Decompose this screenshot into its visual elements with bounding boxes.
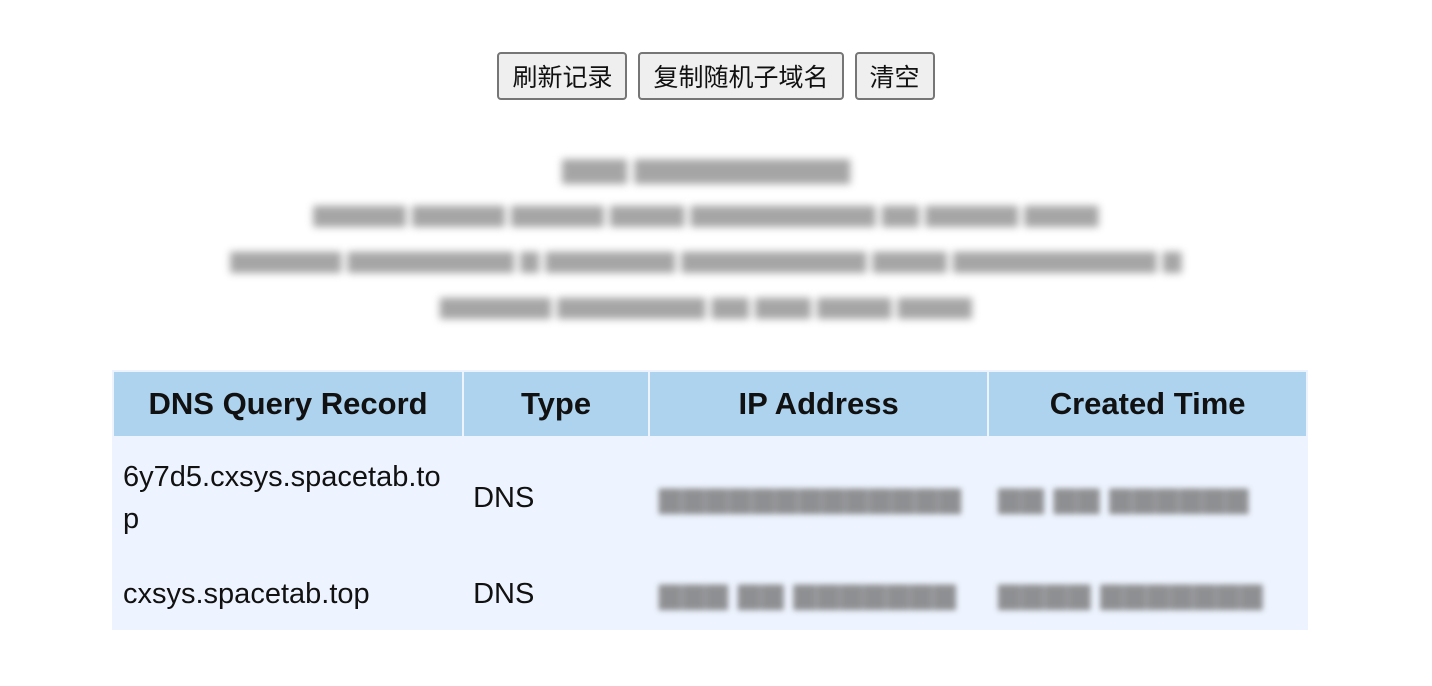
- info-line-redacted: ▆▆▆▆▆ ▆▆▆▆▆ ▆▆▆▆▆ ▆▆▆▆ ▆▆▆▆▆▆▆▆▆▆ ▆▆ ▆▆▆…: [313, 200, 1099, 227]
- table-row: 6y7d5.cxsys.spacetab.top DNS ▆▆▆▆▆▆▆▆▆▆▆…: [114, 438, 1306, 558]
- redacted-time: ▆▆▆▆ ▆▆▆▆▆▆▆: [998, 578, 1264, 610]
- column-header-ip-address: IP Address: [650, 372, 988, 436]
- cell-type: DNS: [473, 482, 535, 514]
- refresh-records-button[interactable]: 刷新记录: [497, 52, 628, 100]
- copy-random-subdomain-button[interactable]: 复制随机子域名: [638, 52, 844, 100]
- cell-dns-record: cxsys.spacetab.top: [123, 578, 370, 610]
- redacted-time: ▆▆ ▆▆ ▆▆▆▆▆▆: [998, 482, 1250, 514]
- info-block-redacted: ▆▆▆ ▆▆▆▆▆▆▆▆▆▆ ▆▆▆▆▆ ▆▆▆▆▆ ▆▆▆▆▆ ▆▆▆▆ ▆▆…: [110, 150, 1302, 324]
- cell-ip-address-redacted: ▆▆▆▆▆▆▆▆▆▆▆▆▆: [650, 438, 987, 558]
- column-header-type: Type: [464, 372, 649, 436]
- table-row: cxsys.spacetab.top DNS ▆▆▆ ▆▆ ▆▆▆▆▆▆▆ ▆▆…: [114, 560, 1306, 628]
- cell-created-time-redacted: ▆▆▆▆ ▆▆▆▆▆▆▆: [989, 560, 1306, 628]
- redacted-ip: ▆▆▆▆▆▆▆▆▆▆▆▆▆: [659, 482, 962, 514]
- column-header-created-time: Created Time: [989, 372, 1306, 436]
- info-line-redacted: ▆▆▆▆▆▆ ▆▆▆▆▆▆▆▆ ▆▆ ▆▆▆ ▆▆▆▆ ▆▆▆▆: [440, 292, 972, 319]
- cell-type: DNS: [473, 578, 535, 610]
- cell-dns-record: 6y7d5.cxsys.spacetab.top: [123, 461, 441, 535]
- redacted-ip: ▆▆▆ ▆▆ ▆▆▆▆▆▆▆: [659, 578, 957, 610]
- dns-records-table: DNS Query Record Type IP Address Created…: [112, 370, 1308, 630]
- cell-created-time-redacted: ▆▆ ▆▆ ▆▆▆▆▆▆: [989, 438, 1306, 558]
- table-header-row: DNS Query Record Type IP Address Created…: [114, 372, 1306, 436]
- info-line-redacted: ▆▆▆ ▆▆▆▆▆▆▆▆▆▆: [562, 152, 850, 183]
- cell-ip-address-redacted: ▆▆▆ ▆▆ ▆▆▆▆▆▆▆: [650, 560, 987, 628]
- column-header-dns-record: DNS Query Record: [114, 372, 463, 436]
- toolbar: 刷新记录 复制随机子域名 清空: [0, 52, 1432, 100]
- info-line-redacted: ▆▆▆▆▆▆ ▆▆▆▆▆▆▆▆▆ ▆ ▆▆▆▆▆▆▆ ▆▆▆▆▆▆▆▆▆▆ ▆▆…: [230, 246, 1182, 273]
- clear-button[interactable]: 清空: [854, 52, 935, 100]
